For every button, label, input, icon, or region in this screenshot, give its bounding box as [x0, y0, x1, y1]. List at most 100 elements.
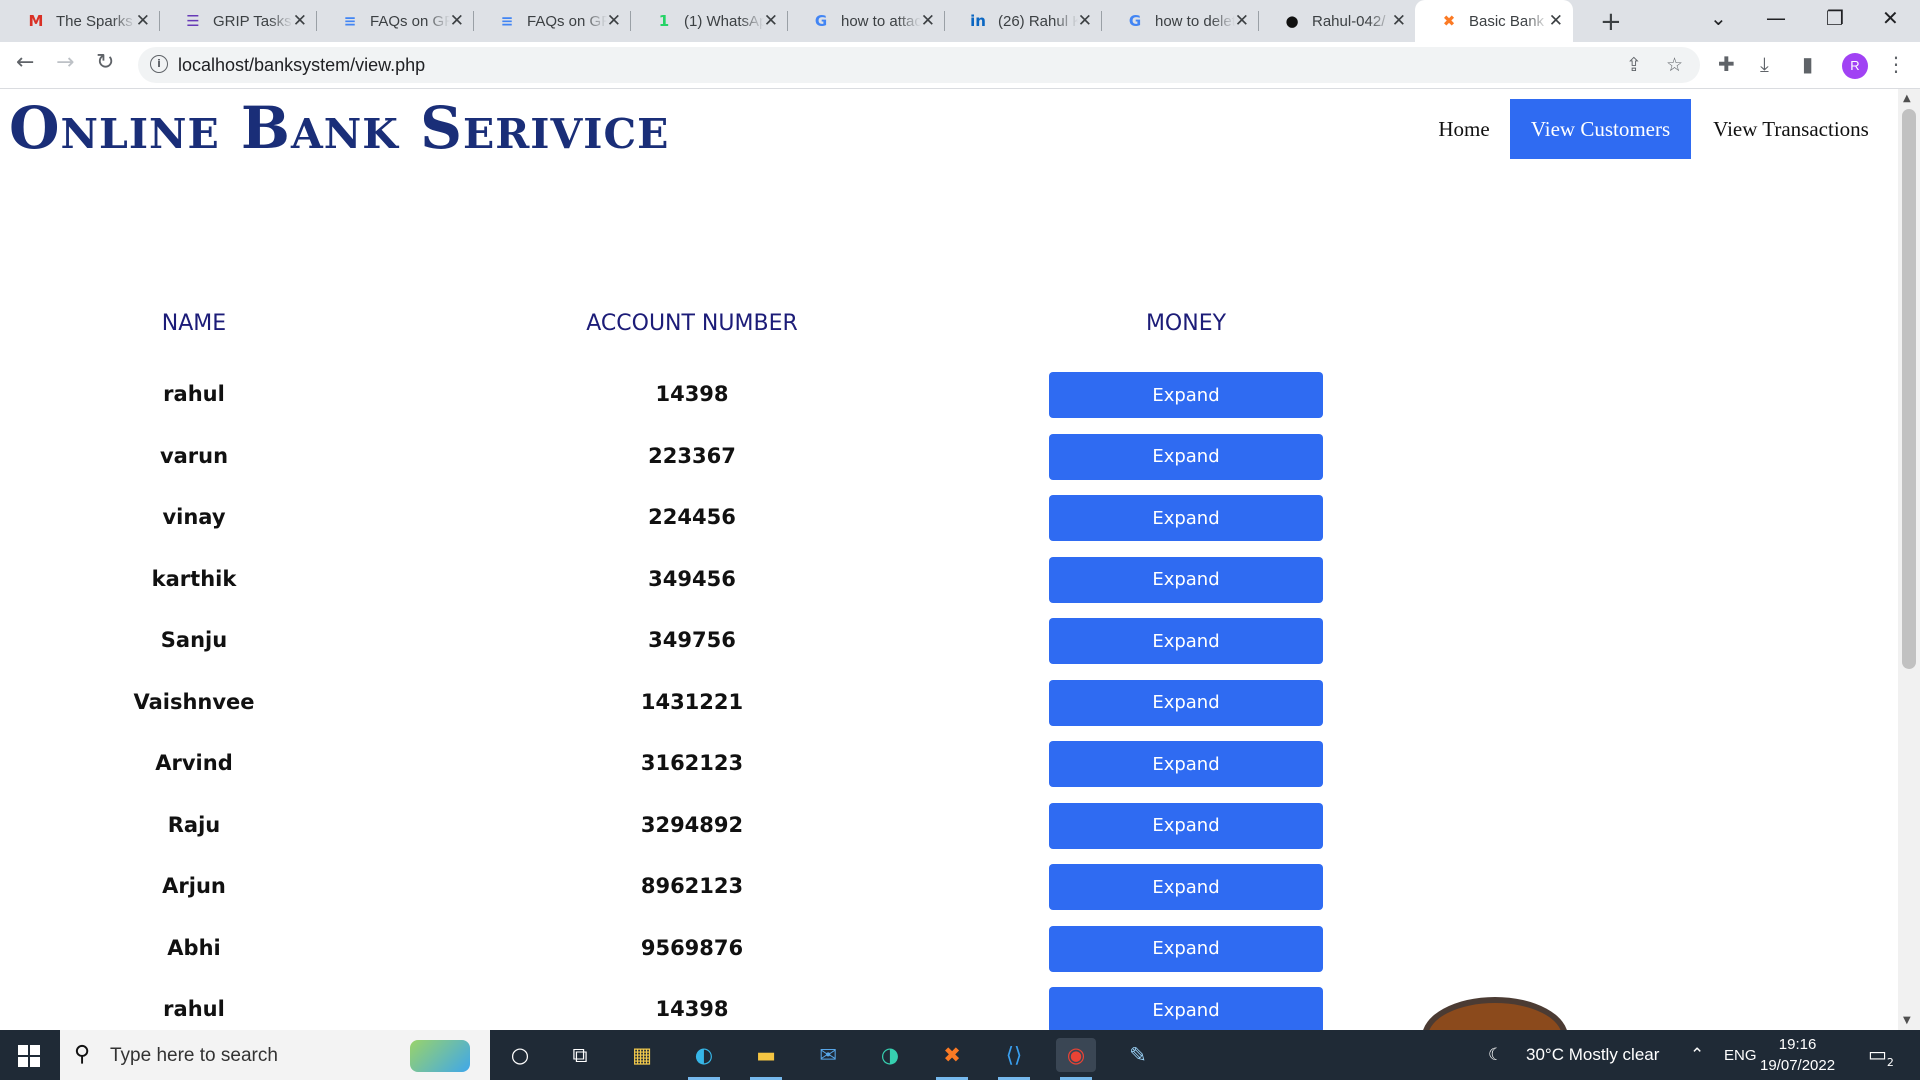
- cortana-icon[interactable]: ○: [500, 1038, 540, 1072]
- tab-title: (26) Rahul K: [998, 12, 1078, 30]
- browser-tab[interactable]: Ghow to attach✕: [787, 0, 945, 42]
- expand-money-button[interactable]: Expand: [1049, 618, 1323, 664]
- tab-close-icon[interactable]: ✕: [1392, 11, 1406, 31]
- scrollbar-thumb[interactable]: [1902, 109, 1916, 669]
- browser-tab-strip: MThe Sparks✕☰GRIP Tasks✕≡FAQs on GRIP✕≡F…: [0, 0, 1920, 42]
- account-number: 14398: [655, 382, 729, 406]
- address-bar[interactable]: i localhost/banksystem/view.php ⇪ ☆: [138, 47, 1700, 83]
- browser-tab[interactable]: 1 (1) WhatsApp✕: [630, 0, 788, 42]
- url-text[interactable]: localhost/banksystem/view.php: [178, 55, 425, 76]
- site-logo[interactable]: Online Bank Serivice: [9, 94, 669, 162]
- tab-close-icon[interactable]: ✕: [1078, 11, 1092, 31]
- tab-close-icon[interactable]: ✕: [293, 11, 307, 31]
- mail-icon[interactable]: ✉: [808, 1038, 848, 1072]
- expand-money-button[interactable]: Expand: [1049, 864, 1323, 910]
- customer-name: vinay: [162, 505, 226, 529]
- scroll-up-icon[interactable]: ▲: [1903, 93, 1911, 104]
- customer-name: Vaishnvee: [133, 689, 255, 714]
- browser-tab[interactable]: ✖ Basic Bank ✕: [1415, 0, 1573, 42]
- file-explorer-icon[interactable]: ▬: [746, 1038, 786, 1080]
- browser-tab[interactable]: in (26) Rahul K ✕: [944, 0, 1102, 42]
- notepad-icon[interactable]: ✎: [1118, 1038, 1158, 1072]
- browser-tab[interactable]: Ghow to delete✕: [1101, 0, 1259, 42]
- side-panel-icon[interactable]: ▮: [1802, 52, 1813, 76]
- edge-icon[interactable]: ◐: [684, 1038, 724, 1080]
- expand-money-button[interactable]: Expand: [1049, 987, 1323, 1030]
- expand-money-button[interactable]: Expand: [1049, 925, 1323, 972]
- account-number: 349756: [648, 628, 736, 652]
- restore-icon[interactable]: ❐: [1826, 6, 1844, 30]
- downloads-icon[interactable]: ⤓: [1760, 52, 1769, 76]
- browser-tab[interactable]: ≡ FAQs on GRIP✕: [473, 0, 631, 42]
- expand-money-button[interactable]: Expand: [1049, 679, 1323, 726]
- taskbar-clock[interactable]: 19:16 19/07/2022: [1760, 1034, 1835, 1076]
- language-indicator[interactable]: ENG: [1724, 1047, 1757, 1064]
- expand-money-button[interactable]: Expand: [1049, 741, 1323, 787]
- vscode-icon[interactable]: ⟨⟩: [994, 1038, 1034, 1080]
- customer-name: Abhi: [167, 935, 221, 960]
- tab-close-icon[interactable]: ✕: [450, 11, 464, 31]
- tab-close-icon[interactable]: ✕: [764, 11, 778, 31]
- weather-text[interactable]: 30°C Mostly clear: [1526, 1045, 1659, 1065]
- tab-title: (1) WhatsApp: [684, 12, 764, 30]
- account-number: 14398: [655, 997, 729, 1021]
- windows-start-icon[interactable]: [18, 1045, 40, 1067]
- nav-view-transactions[interactable]: View Transactions: [1691, 99, 1891, 159]
- gmail-icon: M: [28, 12, 44, 30]
- store-icon[interactable]: ▦: [622, 1038, 662, 1072]
- expand-money-button[interactable]: Expand: [1049, 495, 1323, 541]
- taskbar-search-box[interactable]: ⚲ Type here to search: [60, 1030, 490, 1080]
- browser-tab[interactable]: M The Sparks ✕: [2, 0, 160, 42]
- browser-tab[interactable]: ☰ GRIP Tasks ✕: [159, 0, 317, 42]
- forms-icon: ☰: [186, 12, 200, 30]
- xampp-icon[interactable]: ✖: [932, 1038, 972, 1080]
- expand-money-button[interactable]: Expand: [1049, 433, 1323, 480]
- tab-close-icon[interactable]: ✕: [921, 11, 935, 31]
- taskbar-search-placeholder[interactable]: Type here to search: [110, 1045, 278, 1067]
- notification-count: 2: [1886, 1056, 1894, 1069]
- browser-tab[interactable]: ≡ FAQs on GRIP✕: [316, 0, 474, 42]
- account-number: 9569876: [640, 935, 744, 960]
- account-number: 224456: [648, 505, 736, 529]
- chrome-icon[interactable]: ◉: [1056, 1038, 1096, 1080]
- close-window-icon[interactable]: ✕: [1882, 6, 1899, 30]
- bookmark-star-icon[interactable]: ☆: [1666, 54, 1683, 76]
- clock-date: 19/07/2022: [1760, 1057, 1836, 1074]
- minimize-icon[interactable]: —: [1766, 6, 1786, 30]
- extensions-icon[interactable]: ✚: [1718, 52, 1735, 76]
- reload-icon[interactable]: ↻: [96, 50, 114, 75]
- tab-title: FAQs on GRIP: [370, 12, 450, 30]
- xampp-icon: ✖: [1442, 12, 1456, 30]
- linkedin-icon: in: [970, 12, 986, 30]
- tab-close-icon[interactable]: ✕: [1549, 11, 1563, 31]
- site-info-icon[interactable]: i: [150, 55, 168, 73]
- task-view-icon[interactable]: ⧉: [560, 1038, 600, 1072]
- expand-money-button[interactable]: Expand: [1049, 556, 1323, 603]
- menu-icon[interactable]: ⋮: [1886, 52, 1906, 76]
- share-icon[interactable]: ⇪: [1626, 54, 1642, 76]
- edge-dev-icon[interactable]: ◑: [870, 1038, 910, 1072]
- account-number: 349456: [648, 566, 736, 591]
- back-icon[interactable]: ←: [16, 50, 34, 75]
- browser-tab[interactable]: ● Rahul-042/ ✕: [1258, 0, 1416, 42]
- nav-home[interactable]: Home: [1418, 99, 1510, 159]
- new-tab-button[interactable]: +: [1600, 7, 1622, 37]
- profile-avatar[interactable]: R: [1842, 53, 1868, 79]
- forward-icon[interactable]: →: [56, 50, 74, 75]
- scroll-down-icon[interactable]: ▼: [1903, 1015, 1911, 1026]
- tab-search-icon[interactable]: ⌄: [1710, 6, 1727, 30]
- tab-close-icon[interactable]: ✕: [607, 11, 621, 31]
- account-number: 3162123: [640, 751, 744, 775]
- nav-view-customers[interactable]: View Customers: [1510, 99, 1691, 159]
- account-number: 8962123: [640, 874, 744, 898]
- weather-icon[interactable]: ☾: [1488, 1045, 1503, 1065]
- page-scrollbar[interactable]: ▲ ▼: [1898, 89, 1920, 1030]
- expand-money-button[interactable]: Expand: [1049, 372, 1323, 418]
- tray-overflow-icon[interactable]: ⌃: [1690, 1045, 1704, 1065]
- customer-name: karthik: [151, 566, 237, 591]
- character-image: [1422, 997, 1568, 1030]
- expand-money-button[interactable]: Expand: [1049, 802, 1323, 849]
- notification-icon[interactable]: ▭2: [1868, 1042, 1894, 1069]
- tab-close-icon[interactable]: ✕: [1235, 11, 1249, 31]
- tab-close-icon[interactable]: ✕: [136, 11, 150, 31]
